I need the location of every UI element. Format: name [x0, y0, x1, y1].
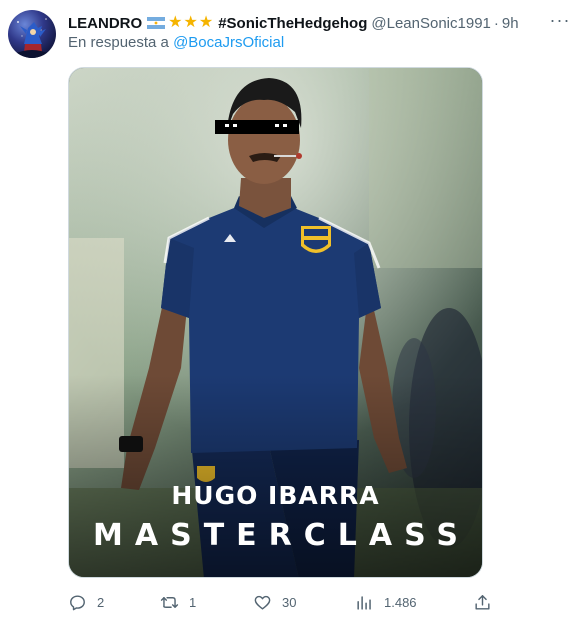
reply-mention-link[interactable]: @BocaJrsOficial: [173, 34, 284, 51]
tweet-actions-bar: 2 1 30 1.486: [68, 590, 498, 614]
tweet-media-image[interactable]: HUGO IBARRA MASTERCLASS: [68, 67, 483, 578]
tweet[interactable]: LEANDRO ★ ★ ★ #SonicTheHedgehog @LeanSon…: [0, 0, 582, 620]
reply-icon: [70, 594, 85, 610]
like-button[interactable]: 30: [253, 590, 296, 614]
argentina-flag-icon: [147, 17, 166, 29]
author-name-hashtag[interactable]: #SonicTheHedgehog: [218, 15, 367, 32]
reply-prefix: En respuesta a: [68, 34, 169, 51]
like-count: 30: [282, 594, 297, 610]
reply-button[interactable]: 2: [68, 590, 104, 614]
author-display-name[interactable]: LEANDRO: [68, 15, 142, 32]
star-icon: ★: [168, 14, 183, 31]
retweet-icon: [160, 596, 179, 608]
author-handle[interactable]: @LeanSonic1991: [371, 15, 491, 32]
share-icon: [475, 594, 490, 610]
more-options-button[interactable]: ···: [548, 10, 572, 30]
media-caption-name: HUGO IBARRA: [171, 481, 380, 510]
retweet-count: 1: [189, 594, 197, 610]
star-icon: ★: [183, 14, 198, 31]
reply-context: En respuesta a @BocaJrsOficial: [68, 34, 284, 51]
tweet-header: LEANDRO ★ ★ ★ #SonicTheHedgehog @LeanSon…: [68, 13, 519, 33]
star-icon: ★: [198, 14, 214, 31]
heart-icon: [254, 595, 271, 610]
separator-dot: ·: [493, 14, 499, 32]
sonic-avatar-icon: [14, 18, 50, 58]
reply-count: 2: [97, 594, 105, 610]
media-caption-title: MASTERCLASS: [93, 518, 470, 553]
views-chart-icon: [357, 595, 371, 610]
retweet-button[interactable]: 1: [160, 590, 196, 614]
tweet-timestamp[interactable]: 9h: [502, 15, 519, 32]
avatar[interactable]: [8, 10, 56, 58]
views-count: 1.486: [384, 594, 417, 610]
views-button[interactable]: 1.486: [355, 590, 417, 614]
share-button[interactable]: [473, 590, 492, 614]
